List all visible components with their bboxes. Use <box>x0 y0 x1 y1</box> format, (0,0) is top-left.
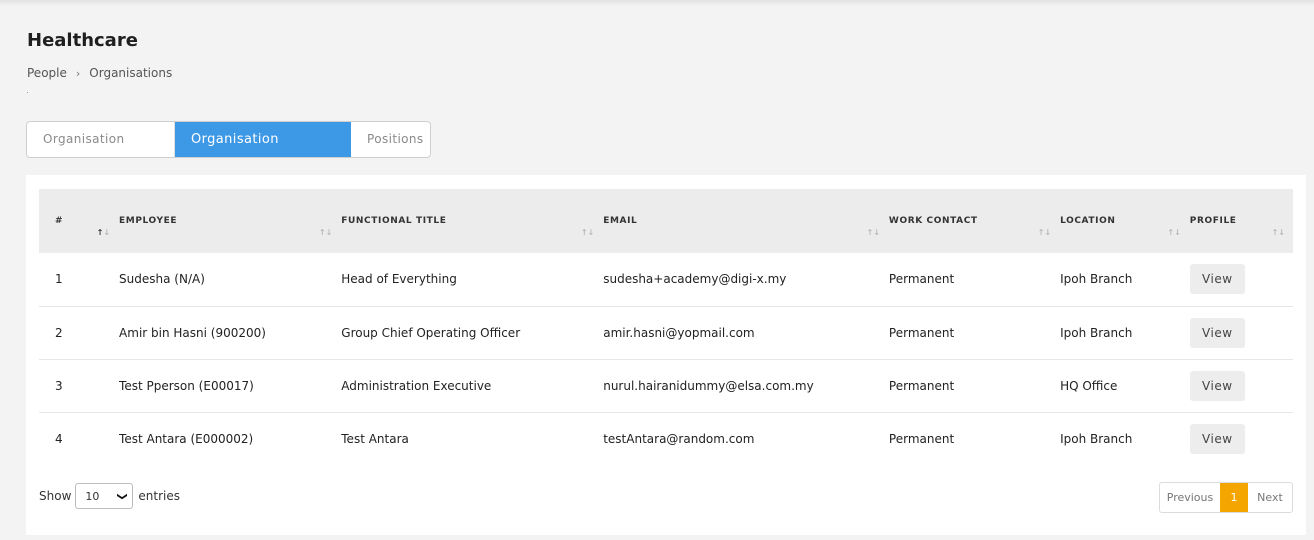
sort-arrows-icon: ↑↓ <box>1037 228 1052 237</box>
header-label: # <box>55 216 64 226</box>
cell-email: testAntara@random.com <box>603 432 755 447</box>
table-row: 1 Sudesha (N/A) Head of Everything sudes… <box>39 253 1293 306</box>
header-email[interactable]: EMAIL ↑↓ <box>602 189 888 253</box>
cell-work-contact: Permanent <box>888 378 955 393</box>
cell-location: HQ Office <box>1060 378 1118 393</box>
chevron-down-icon: ❯ <box>116 491 128 501</box>
view-profile-button[interactable]: View <box>1189 370 1245 401</box>
header-shadow <box>0 0 1314 6</box>
header-label: PROFILE <box>1189 216 1237 226</box>
tab-organisation-members[interactable]: Organisation Members <box>175 122 351 157</box>
members-table: # ↑↓ EMPLOYEE ↑↓ FUNCTIONAL TITLE ↑↓ EMA… <box>39 189 1293 466</box>
sort-arrows-icon: ↑↓ <box>866 228 880 237</box>
cell-email: nurul.hairanidummy@elsa.com.my <box>603 378 814 393</box>
cell-location: Ipoh Branch <box>1060 432 1133 447</box>
show-label: Show <box>39 489 72 503</box>
cell-work-contact: Permanent <box>888 432 955 447</box>
breadcrumb-separator: › <box>75 66 81 80</box>
cell-functional-title: Test Antara <box>341 432 409 447</box>
tab-positions[interactable]: Positions <box>351 122 430 157</box>
header-functional-title[interactable]: FUNCTIONAL TITLE ↑↓ <box>340 189 602 253</box>
entries-select-value: 10 <box>85 489 100 503</box>
sort-arrows-icon: ↑↓ <box>580 228 595 237</box>
cell-email: amir.hasni@yopmail.com <box>603 325 755 340</box>
cell-work-contact: Permanent <box>888 272 955 287</box>
header-number[interactable]: # ↑↓ <box>39 189 118 253</box>
sort-arrows-icon: ↑↓ <box>1271 228 1285 237</box>
page-1-button[interactable]: 1 <box>1220 483 1248 512</box>
cell-profile: View <box>1189 253 1293 306</box>
view-profile-button[interactable]: View <box>1189 424 1245 455</box>
page-length-control: Show 10 ❯ entries <box>39 483 180 509</box>
cell-profile: View <box>1189 306 1293 359</box>
view-profile-button[interactable]: View <box>1189 317 1245 348</box>
tab-organisation-profile[interactable]: Organisation Profile <box>27 122 175 157</box>
cell-functional-title: Administration Executive <box>341 378 492 393</box>
members-card: # ↑↓ EMPLOYEE ↑↓ FUNCTIONAL TITLE ↑↓ EMA… <box>26 175 1306 535</box>
sort-arrows-icon: ↑↓ <box>318 228 333 237</box>
header-employee[interactable]: EMPLOYEE ↑↓ <box>118 189 340 253</box>
cell-employee: Sudesha (N/A) <box>119 272 205 287</box>
breadcrumb: People › Organisations <box>27 66 172 80</box>
table-row: 3 Test Pperson (E00017) Administration E… <box>39 359 1293 412</box>
header-location[interactable]: LOCATION ↑↓ <box>1059 189 1189 253</box>
cell-number: 1 <box>55 272 63 287</box>
view-profile-button[interactable]: View <box>1189 264 1245 295</box>
cell-location: Ipoh Branch <box>1060 325 1133 340</box>
cell-number: 3 <box>55 378 63 393</box>
cell-profile: View <box>1189 412 1293 466</box>
cell-functional-title: Head of Everything <box>341 272 457 287</box>
cell-employee: Amir bin Hasni (900200) <box>119 325 266 340</box>
cell-number: 2 <box>55 325 63 340</box>
header-label: FUNCTIONAL TITLE <box>341 216 447 226</box>
cell-location: Ipoh Branch <box>1060 272 1133 287</box>
cell-profile: View <box>1189 359 1293 412</box>
cell-functional-title: Group Chief Operating Officer <box>341 325 521 340</box>
header-profile[interactable]: PROFILE ↑↓ <box>1189 189 1293 253</box>
table-row: 4 Test Antara (E000002) Test Antara test… <box>39 412 1293 466</box>
table-row: 2 Amir bin Hasni (900200) Group Chief Op… <box>39 306 1293 359</box>
cell-number: 4 <box>55 432 63 447</box>
cell-work-contact: Permanent <box>888 325 955 340</box>
breadcrumb-organisations: Organisations <box>89 66 173 80</box>
cell-employee: Test Antara (E000002) <box>119 432 254 447</box>
table-header-row: # ↑↓ EMPLOYEE ↑↓ FUNCTIONAL TITLE ↑↓ EMA… <box>39 189 1293 253</box>
entries-select[interactable]: 10 ❯ <box>75 483 134 509</box>
sort-arrows-icon: ↑↓ <box>96 228 111 237</box>
header-label: LOCATION <box>1060 216 1116 226</box>
entries-label: entries <box>138 489 180 503</box>
cell-email: sudesha+academy@digi-x.my <box>603 272 787 287</box>
sort-arrows-icon: ↑↓ <box>1167 228 1181 237</box>
previous-page-button[interactable]: Previous <box>1160 483 1220 512</box>
tab-bar: Organisation Profile Organisation Member… <box>26 121 431 158</box>
header-label: EMPLOYEE <box>119 216 178 226</box>
divider-dot <box>27 92 28 93</box>
page-title: Healthcare <box>27 30 138 51</box>
next-page-button[interactable]: Next <box>1248 483 1292 512</box>
header-label: WORK CONTACT <box>888 216 978 226</box>
header-label: EMAIL <box>603 216 638 226</box>
cell-employee: Test Pperson (E00017) <box>119 378 254 393</box>
header-work-contact[interactable]: WORK CONTACT ↑↓ <box>888 189 1059 253</box>
breadcrumb-people[interactable]: People <box>27 66 67 80</box>
pagination: Previous 1 Next <box>1159 482 1293 513</box>
